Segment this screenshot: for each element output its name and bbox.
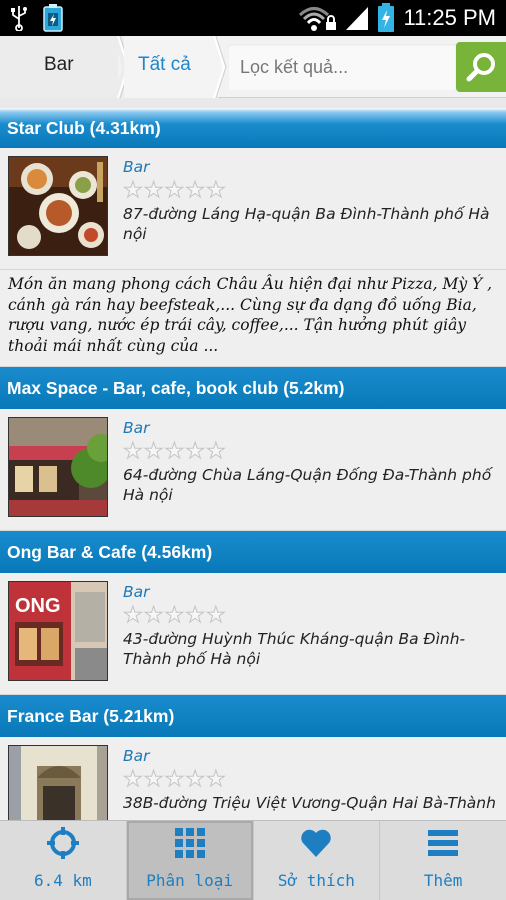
usb-icon [11,6,27,31]
item-address: 64-đường Chùa Láng-Quận Đống Đa-Thành ph… [123,466,492,504]
search-icon [466,53,495,82]
item-photo [8,745,108,820]
star-icon: ★ [143,439,164,464]
item-title[interactable]: Ong Bar & Cafe (4.56km) [0,531,506,573]
tab-distance[interactable]: 6.4 km [0,821,127,900]
tab-more-label: Thêm [423,871,463,890]
star-icon: ★ [205,439,226,464]
star-icon: ★ [205,178,226,203]
clock: 11:25 PM [403,5,496,30]
star-icon: ★ [185,603,206,628]
bottom-tab-bar: 6.4 km Phân loại Sở thích Thêm [0,820,506,900]
top-bar: Bar Tất cả [0,36,506,98]
signal-icon [346,7,369,30]
rating-stars: ★ ★ ★ ★ ★ [123,178,227,203]
tab-categories-label: Phân loại [146,871,233,890]
item-details[interactable]: Bar ★ ★ ★ ★ ★ 87-đường Láng Hạ-quận Ba Đình-… [0,148,506,270]
star-icon: ★ [123,439,144,464]
star-icon: ★ [123,603,144,628]
star-icon: ★ [185,767,206,792]
tab-distance-label: 6.4 km [33,871,92,890]
item-details[interactable]: Bar ★ ★ ★ ★ ★ 38B-đường Triệu Việt Vương-Quậ… [0,737,506,820]
item-category: Bar [123,419,150,437]
star-icon: ★ [123,178,144,203]
item-address: 43-đường Huỳnh Thúc Kháng-quận Ba Đình-T… [123,630,466,668]
rating-stars: ★ ★ ★ ★ ★ [123,767,227,792]
item-title[interactable]: France Bar (5.21km) [0,695,506,737]
item-description: Món ăn mang phong cách Châu Âu hiện đại … [0,270,506,367]
menu-icon [428,830,459,856]
breadcrumb-current-label: Tất cả [138,54,191,75]
results-list[interactable]: Star Club (4.31km) Bar ★ ★ ★ ★ ★ 87-đườn… [0,108,506,820]
breadcrumb-root-label: Bar [44,54,74,75]
list-item[interactable]: Ong Bar & Cafe (4.56km) ONG Bar ★ ★ ★ ★ ★ 43… [0,531,506,695]
star-icon: ★ [185,439,206,464]
photo-sign-text: ONG [15,595,61,617]
star-icon: ★ [143,603,164,628]
item-photo [8,417,108,517]
item-title[interactable]: Star Club (4.31km) [0,108,506,148]
item-address: 87-đường Láng Hạ-quận Ba Đình-Thành phố … [123,205,490,243]
star-icon: ★ [143,178,164,203]
star-icon: ★ [164,603,185,628]
tab-favorites-label: Sở thích [277,871,355,890]
star-icon: ★ [164,178,185,203]
battery-widget-icon [43,4,63,32]
list-item[interactable]: Max Space - Bar, cafe, book club (5.2km)… [0,367,506,531]
item-category: Bar [123,583,150,601]
tab-categories[interactable]: Phân loại [126,821,254,900]
item-address: 38B-đường Triệu Việt Vương-Quận Hai Bà-T… [123,794,496,812]
crosshair-icon [46,827,79,859]
item-photo: ONG [8,581,108,681]
breadcrumb-separator [210,36,227,98]
heart-icon [301,829,332,857]
star-icon: ★ [164,767,185,792]
status-bar: 11:25 PM [0,0,506,36]
breadcrumb-current[interactable]: Tất cả [124,36,218,98]
item-category: Bar [123,158,150,176]
star-icon: ★ [205,603,226,628]
star-icon: ★ [185,178,206,203]
search-input[interactable] [228,44,456,90]
tab-more[interactable]: Thêm [380,821,506,900]
tab-favorites[interactable]: Sở thích [254,821,381,900]
star-icon: ★ [205,767,226,792]
item-category: Bar [123,747,150,765]
search-button[interactable] [456,42,506,92]
star-icon: ★ [123,767,144,792]
item-details[interactable]: Bar ★ ★ ★ ★ ★ 64-đường Chùa Láng-Quận Đống Đ… [0,409,506,531]
rating-stars: ★ ★ ★ ★ ★ [123,439,227,464]
rating-stars: ★ ★ ★ ★ ★ [123,603,227,628]
lock-icon [326,15,337,30]
battery-charging-icon [378,3,395,32]
item-title[interactable]: Max Space - Bar, cafe, book club (5.2km) [0,367,506,409]
item-photo [8,156,108,256]
star-icon: ★ [143,767,164,792]
star-icon: ★ [164,439,185,464]
grid-icon [174,828,205,858]
list-item[interactable]: Star Club (4.31km) Bar ★ ★ ★ ★ ★ 87-đườn… [0,108,506,367]
list-item[interactable]: France Bar (5.21km) Bar ★ ★ ★ ★ ★ 38B-đường … [0,695,506,820]
breadcrumb-root[interactable]: Bar [0,36,118,98]
item-details[interactable]: ONG Bar ★ ★ ★ ★ ★ 43-đường Huỳnh Thúc Kháng-… [0,573,506,695]
